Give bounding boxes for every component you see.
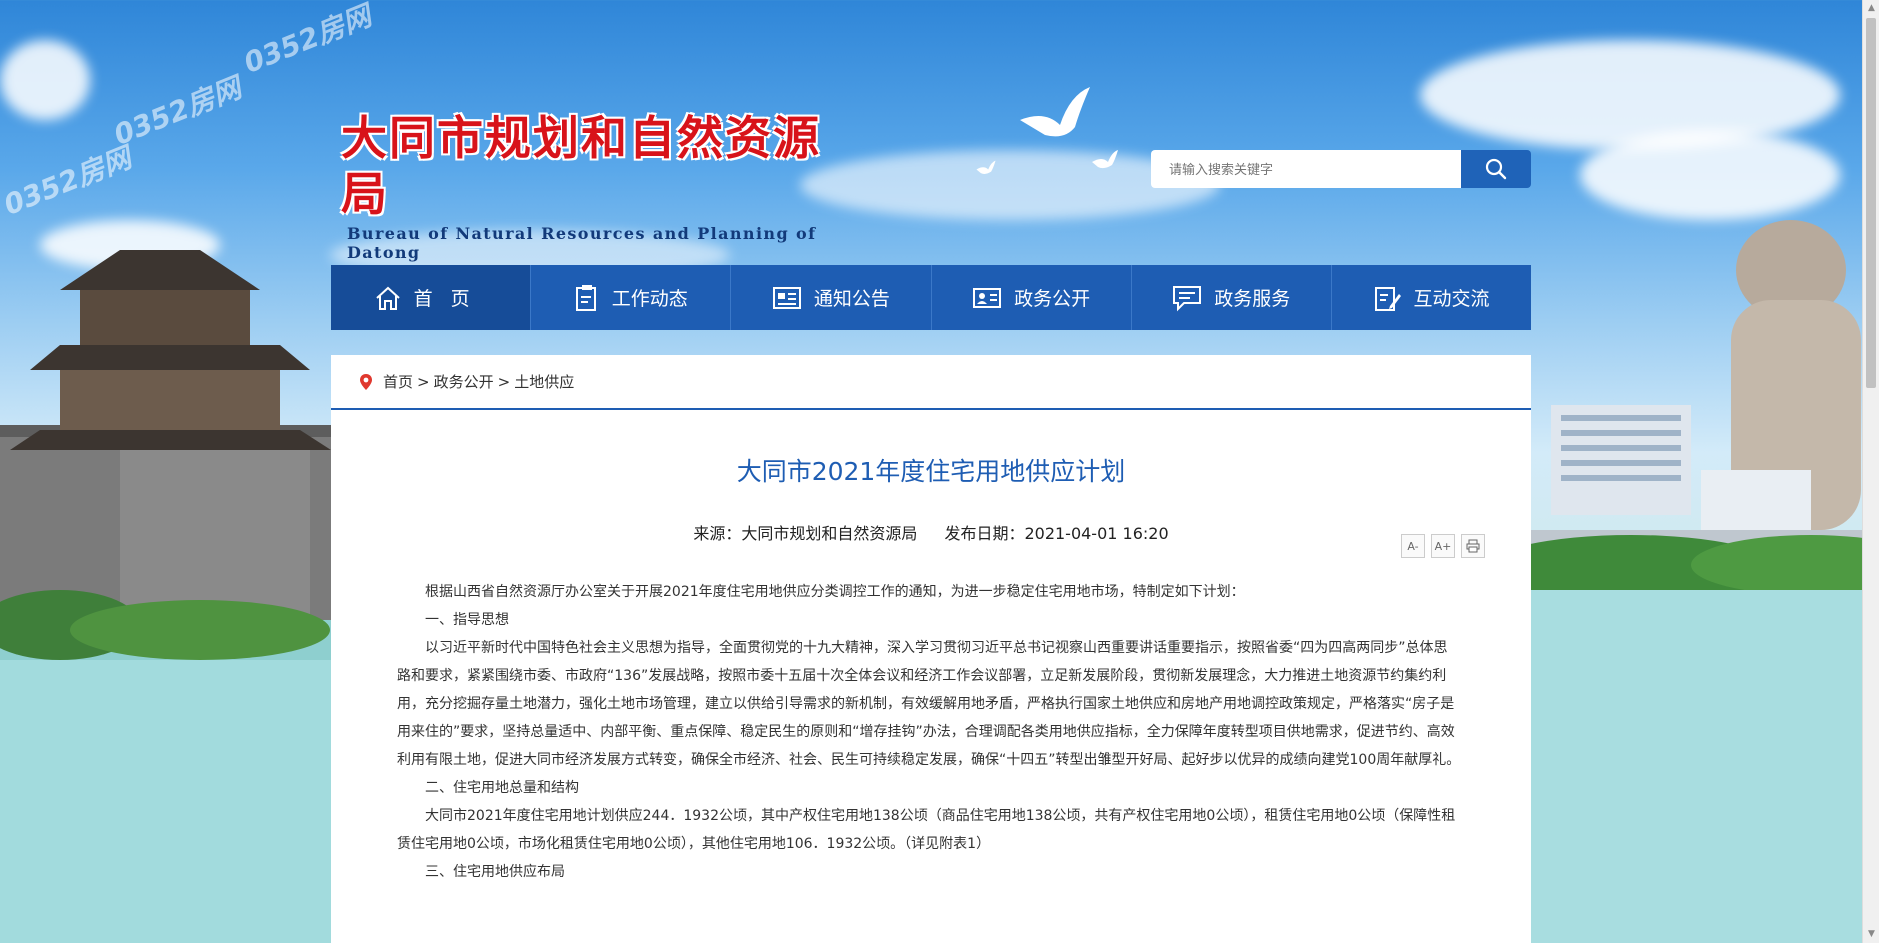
article-section-heading: 三、住宅用地供应布局 [425,864,565,880]
nav-item-notices[interactable]: 通知公告 [731,265,932,330]
nav-item-work-news[interactable]: 工作动态 [531,265,732,330]
page-scrollbar[interactable]: ▲ ▼ [1862,0,1879,943]
article-title: 大同市2021年度住宅用地供应计划 [736,457,1126,486]
cloud [1420,40,1840,150]
location-pin-icon [360,373,372,390]
article-source: 来源：大同市规划和自然资源局 [693,524,918,543]
nav-item-label: 互动交流 [1413,288,1490,310]
nav-item-label: 通知公告 [813,288,890,310]
document-icon [575,284,596,311]
home-icon [375,286,400,310]
scroll-thumb[interactable] [1866,18,1876,388]
article-date: 发布日期：2021-04-01 16:20 [944,524,1169,543]
breadcrumb-gov-affairs-link[interactable]: 政务公开 [434,371,494,392]
breadcrumb-land-supply-link[interactable]: 土地供应 [514,371,574,392]
nav-item-label: 工作动态 [611,288,688,310]
print-button[interactable] [1461,534,1485,558]
chat-icon [1173,285,1202,311]
dove-illustration [1092,150,1118,169]
breadcrumb-separator: > [497,372,511,391]
nav-item-label: 政务公开 [1014,288,1091,310]
logo-chinese-name: 大同市规划和自然资源局 [341,111,821,221]
article-paragraph: 大同市2021年度住宅用地计划供应244．1932公顷，其中产权住宅用地138公… [397,808,1456,852]
content-panel: 首页 > 政务公开 > 土地供应 大同市2021年度住宅用地供应计划 来源：大同… [331,355,1531,943]
cloud [0,40,90,120]
nav-item-gov-services[interactable]: 政务服务 [1132,265,1332,330]
article-meta: 来源：大同市规划和自然资源局 发布日期：2021-04-01 16:20 A- … [331,520,1531,558]
edit-icon [1375,286,1402,311]
watermark: 0352房网 [0,141,136,222]
buddha-city-illustration [1531,220,1879,943]
font-smaller-button[interactable]: A- [1401,534,1425,558]
search-button[interactable] [1461,150,1531,188]
dove-illustration [976,160,996,174]
article-section-heading: 一、指导思想 [425,612,509,628]
nav-item-label: 政务服务 [1214,288,1291,310]
font-larger-button[interactable]: A+ [1431,534,1455,558]
search-icon [1485,158,1507,180]
search-bar [1151,150,1531,188]
site-logo[interactable]: 大同市规划和自然资源局 Bureau of Natural Resources … [341,110,851,262]
scroll-up-arrow[interactable]: ▲ [1863,0,1879,17]
watermark: 0352房网 [239,0,376,80]
nav-item-gov-affairs[interactable]: 政务公开 [932,265,1132,330]
nav-item-home[interactable]: 首页 [331,265,532,330]
print-icon [1466,539,1480,553]
article-section-heading: 二、住宅用地总量和结构 [425,780,579,796]
breadcrumb-separator: > [417,372,430,391]
breadcrumb: 首页 > 政务公开 > 土地供应 [331,355,1531,410]
article-paragraph: 以习近平新时代中国特色社会主义思想为指导，全面贯彻党的十九大精神，深入学习贯彻习… [397,640,1461,768]
dove-illustration [1020,87,1090,137]
id-card-icon [973,287,1002,308]
article-paragraph: 根据山西省自然资源厅办公室关于开展2021年度住宅用地供应分类调控工作的通知，为… [425,584,1245,600]
notice-icon [772,286,801,309]
nav-item-label: 首页 [413,288,488,310]
breadcrumb-home-link[interactable]: 首页 [383,371,413,392]
article-tools: A- A+ [1401,534,1485,558]
logo-english-name: Bureau of Natural Resources and Planning… [347,224,817,262]
nav-item-interaction[interactable]: 互动交流 [1332,265,1531,330]
watermark: 0352房网 [109,71,246,152]
article-body: 根据山西省自然资源厅办公室关于开展2021年度住宅用地供应分类调控工作的通知，为… [331,550,1531,886]
search-input[interactable] [1151,150,1461,188]
main-nav: 首页 工作动态 通知公告 政务公开 政务服务 互动交流 [331,265,1531,330]
city-gate-illustration [0,250,331,943]
scroll-down-arrow[interactable]: ▼ [1863,926,1879,943]
